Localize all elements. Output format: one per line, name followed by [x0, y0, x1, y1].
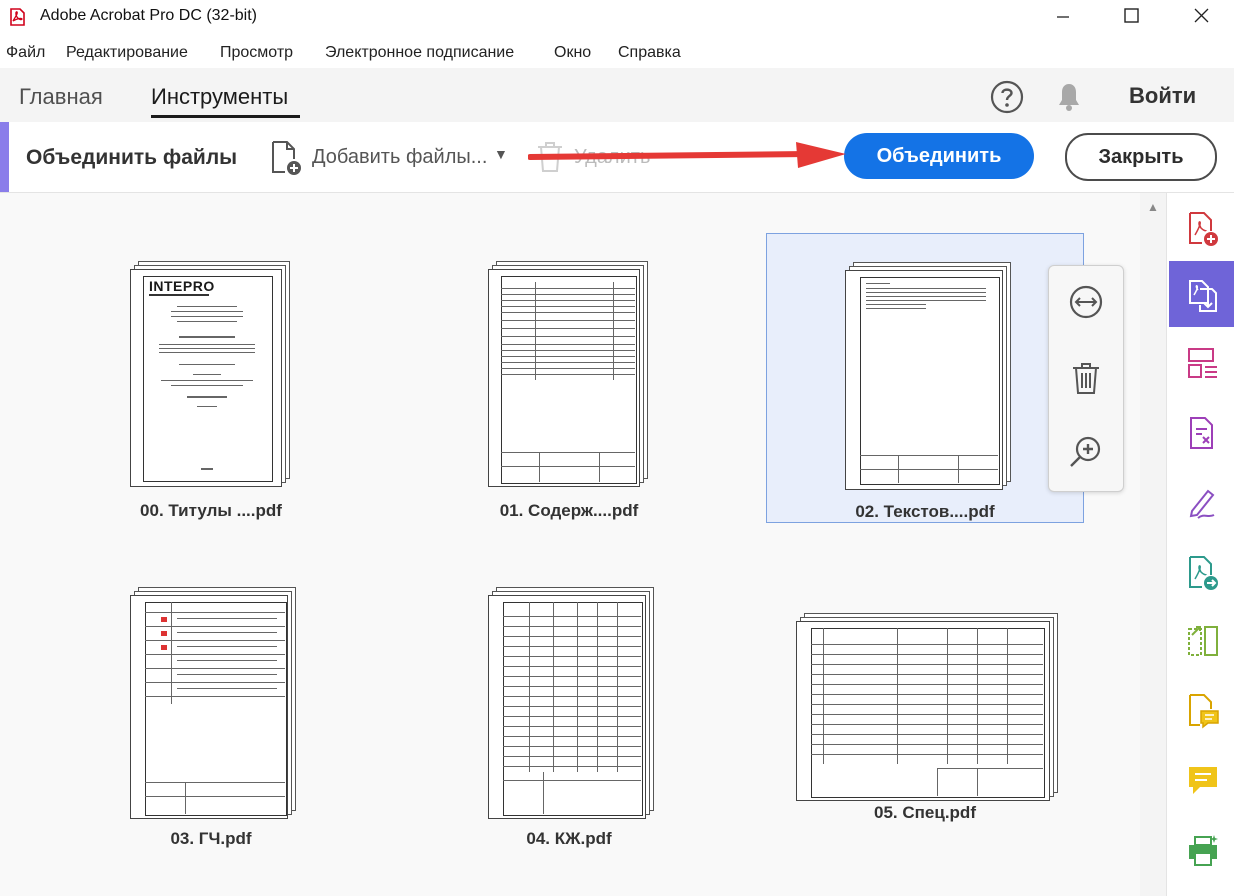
tool-print-production[interactable]: [1169, 817, 1234, 883]
combine-files-icon: [1189, 280, 1217, 312]
page-thumbnail: INTEPRO: [130, 269, 282, 487]
add-files-button[interactable]: Добавить файлы...: [312, 146, 487, 169]
combine-button[interactable]: Объединить: [844, 133, 1034, 179]
file-card[interactable]: 05. Спец.pdf: [766, 553, 1084, 843]
file-name: 05. Спец.pdf: [874, 803, 976, 822]
create-pdf-icon: [1189, 212, 1218, 246]
file-name: 04. КЖ.pdf: [526, 829, 612, 848]
active-tab-indicator: [151, 115, 300, 118]
file-card[interactable]: 03. ГЧ.pdf: [52, 553, 370, 848]
tool-fill-sign[interactable]: [1169, 469, 1234, 535]
file-name: 00. Титулы ....pdf: [140, 501, 282, 520]
tool-create-pdf[interactable]: [1169, 195, 1234, 261]
page-thumbnail: [796, 621, 1050, 801]
sign-in-button[interactable]: Войти: [1129, 83, 1196, 109]
annotation-arrow: [528, 142, 846, 168]
page-thumbnail: [488, 595, 646, 819]
close-button[interactable]: Закрыть: [1065, 133, 1217, 181]
menu-view[interactable]: Просмотр: [220, 44, 293, 62]
card-action-panel: [1048, 265, 1124, 492]
page-thumbnail: [488, 269, 640, 487]
file-name: 01. Содерж....pdf: [499, 501, 639, 520]
tool-combine-files[interactable]: [1169, 261, 1234, 327]
menu-window[interactable]: Окно: [554, 44, 591, 62]
file-card-selected[interactable]: 02. Текстов....pdf: [766, 233, 1084, 523]
tool-organize-pages[interactable]: [1169, 329, 1234, 395]
maximize-icon: [1124, 8, 1139, 23]
tool-edit-pdf[interactable]: [1169, 399, 1234, 465]
minimize-button[interactable]: [1039, 0, 1085, 34]
bell-icon[interactable]: [1053, 79, 1085, 113]
scroll-up-icon[interactable]: ▲: [1147, 200, 1159, 214]
menu-bar: Файл Редактирование Просмотр Электронное…: [0, 34, 1234, 68]
scrollbar[interactable]: ▲: [1140, 193, 1166, 896]
add-file-icon[interactable]: [268, 139, 306, 177]
maximize-button[interactable]: [1109, 0, 1155, 34]
intepro-logo: INTEPRO: [149, 278, 215, 294]
tool-comment-file[interactable]: [1169, 677, 1234, 743]
acrobat-logo-icon: [10, 8, 25, 26]
file-name: 03. ГЧ.pdf: [170, 829, 252, 848]
comment-file-icon: [1189, 694, 1219, 729]
right-tools-rail: [1166, 193, 1234, 896]
print-production-icon: [1189, 835, 1218, 866]
files-grid: INTEPRO 00. Титулы ....pdf 01. Содерж...…: [0, 193, 1140, 896]
tab-tools[interactable]: Инструменты: [151, 84, 288, 110]
tool-title: Объединить файлы: [26, 146, 238, 169]
chevron-down-icon[interactable]: ▼: [494, 146, 508, 162]
help-icon[interactable]: [990, 80, 1024, 114]
file-name: 02. Текстов....pdf: [855, 502, 995, 521]
close-icon: [1194, 8, 1209, 23]
toolbar-accent-bar: [0, 122, 9, 192]
tool-export-pdf[interactable]: [1169, 539, 1234, 605]
tab-bar: Главная Инструменты: [0, 68, 1234, 123]
menu-e-sign[interactable]: Электронное подписание: [325, 44, 514, 62]
minimize-icon: [1057, 16, 1069, 18]
trash-icon[interactable]: [1068, 360, 1104, 396]
tab-home[interactable]: Главная: [19, 84, 103, 110]
tool-compare[interactable]: [1169, 607, 1234, 673]
expand-icon[interactable]: [1068, 284, 1104, 320]
menu-file[interactable]: Файл: [6, 44, 45, 62]
page-thumbnail: [845, 270, 1003, 490]
comment-icon: [1189, 767, 1217, 794]
tool-comment[interactable]: [1169, 747, 1234, 813]
edit-pdf-icon: [1190, 417, 1213, 449]
close-window-button[interactable]: [1181, 0, 1227, 34]
file-card[interactable]: 04. КЖ.pdf: [410, 553, 728, 848]
zoom-in-icon[interactable]: [1068, 434, 1104, 470]
file-card[interactable]: INTEPRO 00. Титулы ....pdf: [52, 233, 370, 523]
organize-pages-icon: [1188, 348, 1217, 378]
export-pdf-icon: [1189, 556, 1218, 590]
file-card[interactable]: 01. Содерж....pdf: [410, 233, 728, 523]
menu-help[interactable]: Справка: [618, 44, 681, 62]
window-title: Adobe Acrobat Pro DC (32-bit): [40, 7, 257, 24]
page-thumbnail: [130, 595, 288, 819]
title-bar: Adobe Acrobat Pro DC (32-bit): [0, 0, 1234, 34]
fill-sign-icon: [1189, 489, 1215, 519]
compare-icon: [1188, 626, 1218, 656]
menu-edit[interactable]: Редактирование: [66, 44, 188, 62]
